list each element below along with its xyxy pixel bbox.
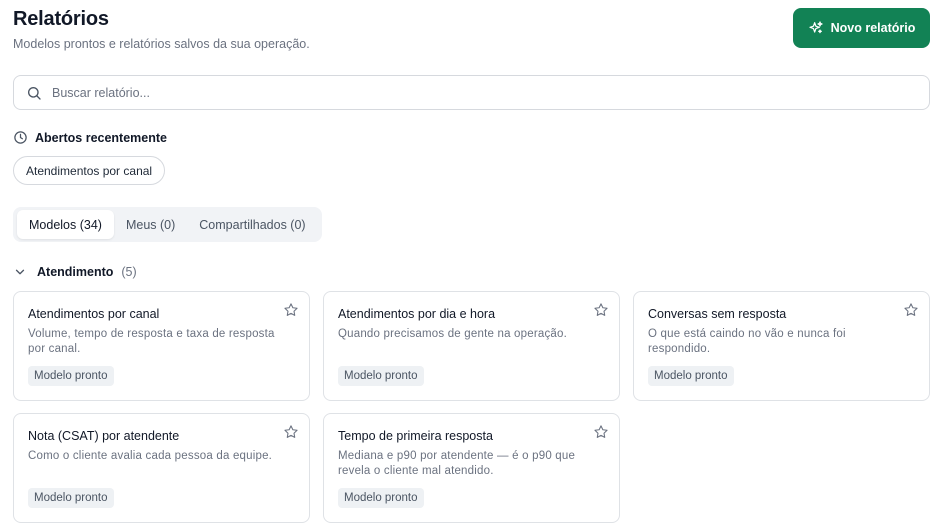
page-title: Relatórios <box>13 8 109 30</box>
recent-chip[interactable]: Atendimentos por canal <box>13 156 166 185</box>
star-icon[interactable] <box>593 424 609 440</box>
search-input[interactable] <box>50 84 914 101</box>
search-box[interactable] <box>13 75 930 110</box>
report-card[interactable]: Nota (CSAT) por atendente Como o cliente… <box>13 413 310 523</box>
page-subtitle: Modelos prontos e relatórios salvos da s… <box>13 37 310 51</box>
star-icon[interactable] <box>593 302 609 318</box>
new-report-button-label: Novo relatório <box>830 21 916 35</box>
tab-compartilhados[interactable]: Compartilhados (0) <box>187 210 317 239</box>
card-badge: Modelo pronto <box>28 366 114 386</box>
card-title: Conversas sem resposta <box>648 307 787 321</box>
clock-icon <box>13 130 28 145</box>
card-description: O que está caindo no vão e nunca foi res… <box>648 328 846 355</box>
star-icon[interactable] <box>903 302 919 318</box>
card-badge: Modelo pronto <box>338 366 424 386</box>
group-count: (5) <box>121 265 137 279</box>
recent-heading-label: Abertos recentemente <box>35 130 167 145</box>
star-icon[interactable] <box>283 424 299 440</box>
report-card[interactable]: Conversas sem resposta O que está caindo… <box>633 291 930 401</box>
group-name: Atendimento <box>37 265 114 279</box>
card-description: Volume, tempo de resposta e taxa de resp… <box>28 328 275 355</box>
recent-section-heading: Abertos recentemente <box>13 130 167 145</box>
report-card[interactable]: Tempo de primeira resposta Mediana e p90… <box>323 413 620 523</box>
card-title: Atendimentos por canal <box>28 307 160 321</box>
card-description: Mediana e p90 por atendente — é o p90 qu… <box>338 450 576 477</box>
search-icon <box>14 85 42 101</box>
card-title: Atendimentos por dia e hora <box>338 307 496 321</box>
sparkles-icon <box>808 20 824 36</box>
card-title: Tempo de primeira resposta <box>338 429 493 443</box>
tab-bar: Modelos (34) Meus (0) Compartilhados (0) <box>13 207 322 242</box>
card-title: Nota (CSAT) por atendente <box>28 429 180 443</box>
card-badge: Modelo pronto <box>338 488 424 508</box>
card-description: Quando precisamos de gente na operação. <box>338 328 568 340</box>
card-badge: Modelo pronto <box>28 488 114 508</box>
tab-modelos[interactable]: Modelos (34) <box>17 210 114 239</box>
card-description: Como o cliente avalia cada pessoa da equ… <box>28 450 273 462</box>
new-report-button[interactable]: Novo relatório <box>793 8 930 48</box>
card-badge: Modelo pronto <box>648 366 734 386</box>
star-icon[interactable] <box>283 302 299 318</box>
report-card[interactable]: Atendimentos por canal Volume, tempo de … <box>13 291 310 401</box>
report-card[interactable]: Atendimentos por dia e hora Quando preci… <box>323 291 620 401</box>
chevron-down-icon <box>13 265 27 279</box>
group-header-atendimento[interactable]: Atendimento (5) <box>13 265 137 279</box>
tab-meus[interactable]: Meus (0) <box>114 210 187 239</box>
